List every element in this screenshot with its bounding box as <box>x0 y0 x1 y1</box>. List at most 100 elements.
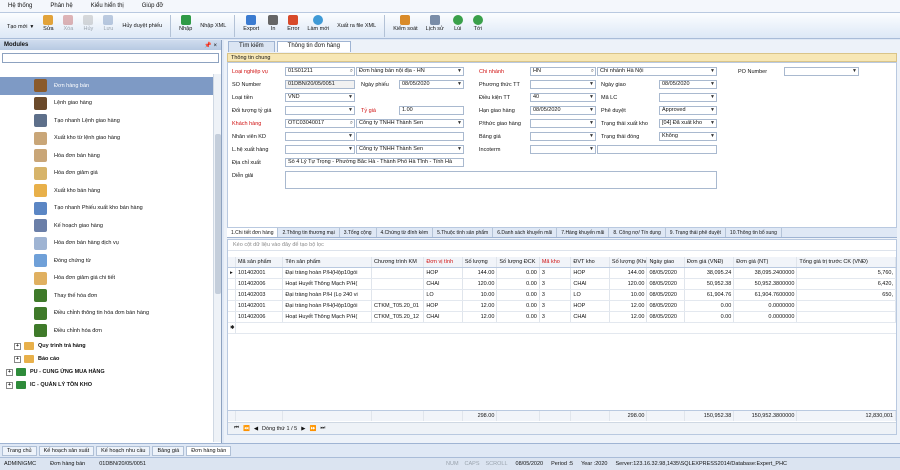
table-cell[interactable]: LO <box>424 290 463 300</box>
table-cell[interactable]: HOP <box>424 268 463 278</box>
table-cell[interactable]: 12.00 <box>463 301 498 311</box>
menu-view[interactable]: Kiểu hiển thị <box>91 3 124 9</box>
next-record-icon[interactable]: ▶ <box>301 426 305 432</box>
column-header[interactable]: Chương trình KM <box>372 257 425 267</box>
table-cell[interactable]: 120.00 <box>610 279 648 289</box>
sidebar-scrollbar[interactable] <box>213 74 221 442</box>
table-cell[interactable]: 101402003 <box>236 290 284 300</box>
table-cell[interactable]: Hoạt Huyết Thông Mạch P/H( <box>283 279 373 289</box>
voucher-date-field[interactable]: 08/05/2020 ▼ <box>399 80 464 89</box>
table-cell[interactable]: 3 <box>540 279 572 289</box>
table-cell[interactable]: 08/05/2020 <box>647 279 685 289</box>
sidebar-item[interactable]: Hóa đơn bán hàng dịch vụ <box>0 235 221 253</box>
detail-tab[interactable]: 8. Công nợ/ Tín dụng <box>609 228 666 237</box>
table-cell[interactable]: 12.00 <box>610 301 648 311</box>
menu-module[interactable]: Phân hệ <box>50 3 72 9</box>
prev-record-icon[interactable]: ◀ <box>254 426 258 432</box>
cancel-button[interactable]: Hủy <box>79 15 97 37</box>
exchange-rate-field[interactable]: 1.00 <box>399 106 464 115</box>
history-button[interactable]: Lịch sử <box>423 15 447 37</box>
table-cell[interactable]: HOP <box>571 268 610 278</box>
chevron-down-icon[interactable]: ▼ <box>348 133 353 140</box>
shipping-method-field[interactable]: ▼ <box>530 119 596 128</box>
so-number-field[interactable]: 01DBN/20/05/0051 <box>285 80 355 89</box>
table-cell[interactable] <box>797 301 896 311</box>
table-cell[interactable]: 101402001 <box>236 268 284 278</box>
table-cell[interactable]: 38,095.2400000 <box>734 268 798 278</box>
incoterm-name-field[interactable] <box>597 145 717 154</box>
menu-help[interactable]: Giúp đỡ <box>142 3 164 9</box>
chevron-down-icon[interactable]: ▼ <box>589 133 594 140</box>
close-status-field[interactable]: Không ▼ <box>659 132 717 141</box>
chevron-down-icon[interactable]: ▼ <box>589 107 594 114</box>
table-cell[interactable]: HOP <box>424 301 463 311</box>
chevron-down-icon[interactable]: ▼ <box>457 68 462 75</box>
error-button[interactable]: Error <box>284 15 302 37</box>
table-cell[interactable] <box>372 279 425 289</box>
chevron-down-icon[interactable]: ▼ <box>710 81 715 88</box>
table-cell[interactable]: 650, <box>797 290 896 300</box>
customer-code-field[interactable]: OTC03040017 ⌕ <box>285 119 355 128</box>
shipping-contact-code-field[interactable]: ▼ <box>285 145 355 154</box>
column-header[interactable]: Tổng giá trị trước CK (VNĐ) <box>797 257 896 267</box>
table-cell[interactable]: CHAI <box>571 279 610 289</box>
description-field[interactable] <box>285 171 717 189</box>
customer-name-field[interactable]: Công ty TNHH Thành Sen ▼ <box>356 119 464 128</box>
column-header[interactable]: ĐVT kho <box>571 257 610 267</box>
table-cell[interactable]: 12.00 <box>463 312 498 322</box>
table-cell[interactable]: 0.0000000 <box>734 301 798 311</box>
branch-name-field[interactable]: Chi nhánh Hà Nội ▼ <box>597 67 717 76</box>
table-cell[interactable]: CHAI <box>424 279 463 289</box>
sales-staff-code-field[interactable]: ▼ <box>285 132 355 141</box>
table-cell[interactable]: 3 <box>540 290 572 300</box>
sidebar-item[interactable]: Lệnh giao hàng <box>0 95 221 113</box>
sidebar-group[interactable]: + Quy trình trả hàng <box>0 340 221 353</box>
column-header[interactable]: Đơn vị tính <box>424 257 463 267</box>
table-cell[interactable]: 6,420, <box>797 279 896 289</box>
sidebar-item[interactable]: Thay thế hóa đơn <box>0 287 221 305</box>
detail-tab[interactable]: 3.Tổng cộng <box>340 228 377 237</box>
table-cell[interactable]: 0.00 <box>685 312 735 322</box>
chevron-down-icon[interactable]: ▼ <box>348 107 353 114</box>
table-cell[interactable]: 08/05/2020 <box>647 312 685 322</box>
table-cell[interactable]: 61,904.7600000 <box>734 290 798 300</box>
table-cell[interactable]: 101402006 <box>236 312 284 322</box>
table-cell[interactable]: CTKM_T05.20_12 <box>372 312 425 322</box>
table-cell[interactable]: 10.00 <box>463 290 498 300</box>
detail-tab[interactable]: 7.Hàng khuyến mãi <box>557 228 610 237</box>
detail-tab[interactable]: 6.Danh sách khuyến mãi <box>493 228 558 237</box>
stock-out-status-field[interactable]: [04] Đã xuất kho ▼ <box>659 119 717 128</box>
refresh-button[interactable]: Làm mới <box>304 15 332 37</box>
table-cell[interactable]: 0.00 <box>685 301 735 311</box>
sidebar-scroll-thumb[interactable] <box>215 134 221 294</box>
price-list-field[interactable]: ▼ <box>530 132 596 141</box>
table-cell[interactable]: 12.00 <box>610 312 648 322</box>
business-type-name-field[interactable]: Đơn hàng bán nội địa - HN ▼ <box>356 67 464 76</box>
ship-address-field[interactable]: Số 4 Lý Tự Trọng - Phường Bắc Hà - Thành… <box>285 158 464 167</box>
table-cell[interactable]: 101402006 <box>236 279 284 289</box>
chevron-down-icon[interactable]: ▼ <box>348 94 353 101</box>
column-header[interactable]: Tên sản phẩm <box>283 257 373 267</box>
chevron-down-icon[interactable]: ▼ <box>852 68 857 75</box>
po-number-field[interactable]: ▼ <box>784 67 859 76</box>
last-record-icon[interactable]: ⏭ <box>320 425 325 432</box>
branch-code-field[interactable]: HN ⌕ <box>530 67 596 76</box>
chevron-down-icon[interactable]: ▼ <box>589 94 594 101</box>
detail-tab[interactable]: 2.Thông tin thương mại <box>278 228 340 237</box>
table-cell[interactable]: 5,760, <box>797 268 896 278</box>
window-tab[interactable]: Kế hoạch sản xuất <box>38 445 95 456</box>
table-row[interactable]: 101402006 Hoạt Huyết Thông Mạch P/H(CHAI 1… <box>228 279 896 290</box>
detail-tab[interactable]: 4.Chứng từ đính kèm <box>377 228 434 237</box>
table-cell[interactable]: Đại tràng hoàn P/H(Hộp10gói <box>283 301 373 311</box>
table-cell[interactable] <box>372 290 425 300</box>
search-icon[interactable]: ⌕ <box>350 120 353 127</box>
sidebar-group[interactable]: + IC - QUẢN LÝ TỒN KHO <box>0 379 221 392</box>
sidebar-item[interactable]: Tạo nhanh Phiếu xuất kho bán hàng <box>0 200 221 218</box>
chevron-down-icon[interactable]: ▼ <box>589 146 594 153</box>
sidebar-item[interactable]: Đóng chứng từ <box>0 252 221 270</box>
chevron-down-icon[interactable]: ▼ <box>589 81 594 88</box>
table-cell[interactable]: 144.00 <box>610 268 648 278</box>
sidebar-item[interactable]: Hóa đơn giảm giá <box>0 165 221 183</box>
window-tab[interactable]: Bảng giá <box>152 445 185 456</box>
table-cell[interactable]: 101402001 <box>236 301 284 311</box>
